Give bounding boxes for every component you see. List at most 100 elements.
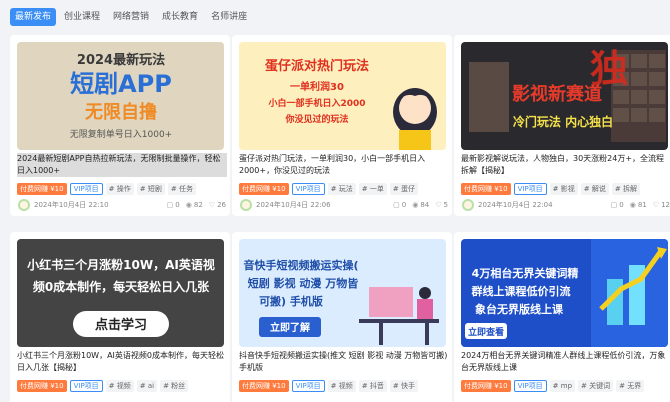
tab-latest[interactable]: 最新发布 xyxy=(10,8,57,26)
thumbnail-graphic: 小红书三个月涨粉10W，AI英语视 频0成本制作，每天轻松日入几张 点击学习 xyxy=(17,239,224,347)
vip-tag[interactable]: VIP项目 xyxy=(69,183,103,195)
thumb-line-2: 频0成本制作，每天轻松日入几张 xyxy=(33,279,210,294)
thumb-line-4: 无限复制单号日入1000+ xyxy=(70,128,172,140)
eye-icon: ◉ xyxy=(412,201,419,209)
course-thumbnail[interactable]: 蛋仔派对热门玩法 一单利润30 小白一部手机日入2000 你没见过的玩法 xyxy=(239,42,446,150)
tab-online-marketing[interactable]: 网络营销 xyxy=(108,8,154,26)
category-tabs: 最新发布 创业课程 网络营销 成长教育 名师讲座 xyxy=(10,7,255,27)
price-tag[interactable]: 付费网赚 ¥10 xyxy=(17,183,67,195)
thumb-line-1: 小红书三个月涨粉10W，AI英语视 xyxy=(27,257,215,272)
price-tag[interactable]: 付费网赚 ¥10 xyxy=(461,183,511,195)
post-date: 2024年10月4日 22:04 xyxy=(478,201,553,209)
course-title[interactable]: 2024最新短剧APP自热拉新玩法，无限制批量操作，轻松日入1000+ xyxy=(17,153,227,177)
course-thumbnail[interactable]: 2024最新玩法 短剧APP 无限自撸 无限复制单号日入1000+ xyxy=(17,42,224,150)
tab-startup-courses[interactable]: 创业课程 xyxy=(59,8,105,26)
course-title[interactable]: 2024万相台无界关键词精准人群线上课程低价引流，万象台无界版线上课 xyxy=(461,350,670,374)
thumb-line-2: 冷门玩法 内心独白 xyxy=(513,114,613,129)
thumb-line-3: 点击学习 xyxy=(95,317,147,333)
thumb-line-2: 群线上课程低价引流 xyxy=(471,284,571,298)
price-tag[interactable]: 付费网赚 ¥10 xyxy=(239,380,289,392)
topic-tag[interactable]: # 蛋仔 xyxy=(389,183,418,195)
topic-tag[interactable]: # 短剧 xyxy=(136,183,165,195)
author-avatar[interactable] xyxy=(18,199,30,211)
course-thumbnail[interactable]: 4万相台无界关键词精 群线上课程低价引流 象台无界版线上课 立即查看 xyxy=(461,239,668,347)
vip-tag[interactable]: VIP项目 xyxy=(291,183,325,195)
view-count: ◉ 81 xyxy=(629,201,647,209)
thumb-line-1: 4万相台无界关键词精 xyxy=(472,266,579,280)
topic-tag[interactable]: # mp xyxy=(549,380,576,392)
topic-tag[interactable]: # 无界 xyxy=(616,380,645,392)
thumb-line-4: 你没见过的玩法 xyxy=(284,113,348,125)
topic-tag[interactable]: # 视频 xyxy=(105,380,134,392)
topic-tag[interactable]: # 一单 xyxy=(358,183,387,195)
topic-tag[interactable]: # 视频 xyxy=(327,380,356,392)
thumbnail-graphic: 音快手短视频搬运实操( 短剧 影视 动漫 万物皆 可搬) 手机版 立即了解 xyxy=(239,239,446,347)
eye-icon: ◉ xyxy=(185,201,192,209)
topic-tag[interactable]: # 玩法 xyxy=(327,183,356,195)
course-card[interactable]: 蛋仔派对热门玩法 一单利润30 小白一部手机日入2000 你没见过的玩法 蛋仔派… xyxy=(232,35,452,216)
thumb-line-3: 象台无界版线上课 xyxy=(475,302,564,316)
thumbnail-graphic: 独 影视新赛道 冷门玩法 内心独白 xyxy=(461,42,668,150)
course-thumbnail[interactable]: 音快手短视频搬运实操( 短剧 影视 动漫 万物皆 可搬) 手机版 立即了解 xyxy=(239,239,446,347)
vip-tag[interactable]: VIP项目 xyxy=(513,183,547,195)
author-avatar[interactable] xyxy=(462,199,474,211)
tag-row: 付费网赚 ¥10 VIP项目 # 视频 # 抖音 # 快手 xyxy=(239,380,451,392)
course-title[interactable]: 蛋仔派对热门玩法，一单利润30，小白一部手机日入2000+，你没见过的玩法 xyxy=(239,153,449,177)
course-title[interactable]: 最新影视解说玩法，人物独白，30天涨粉24万+，全流程拆解【揭秘】 xyxy=(461,153,670,177)
topic-tag[interactable]: # 快手 xyxy=(389,380,418,392)
card-meta: 2024年10月4日 22:04 ▢ 0 ◉ 81 ♡ 12 xyxy=(462,199,670,211)
topic-tag[interactable]: # 关键词 xyxy=(578,380,614,392)
thumb-line-2: 短剧APP xyxy=(70,70,172,98)
course-title[interactable]: 小红书三个月涨粉10W，AI英语视频0成本制作，每天轻松日入几张【揭秘】 xyxy=(17,350,227,374)
thumb-up-icon: ♡ xyxy=(435,201,442,209)
vip-tag[interactable]: VIP项目 xyxy=(69,380,103,392)
like-count: ♡ 12 xyxy=(652,201,670,209)
author-avatar[interactable] xyxy=(240,199,252,211)
like-count: ♡ 5 xyxy=(435,201,448,209)
price-tag[interactable]: 付费网赚 ¥10 xyxy=(239,183,289,195)
post-date: 2024年10月4日 22:10 xyxy=(34,201,109,209)
thumb-line-1: 蛋仔派对热门玩法 xyxy=(265,58,369,74)
topic-tag[interactable]: # 任务 xyxy=(167,183,196,195)
topic-tag[interactable]: # 粉丝 xyxy=(160,380,189,392)
comment-icon: ▢ xyxy=(610,201,618,209)
comment-count: ▢ 0 xyxy=(166,201,180,209)
course-thumbnail[interactable]: 独 影视新赛道 冷门玩法 内心独白 xyxy=(461,42,668,150)
thumb-line-3: 无限自撸 xyxy=(85,101,157,123)
thumb-up-icon: ♡ xyxy=(652,201,660,209)
topic-tag[interactable]: # 抖音 xyxy=(358,380,387,392)
course-card[interactable]: 2024最新玩法 短剧APP 无限自撸 无限复制单号日入1000+ 2024最新… xyxy=(10,35,230,216)
thumbnail-graphic: 2024最新玩法 短剧APP 无限自撸 无限复制单号日入1000+ xyxy=(17,42,224,150)
price-tag[interactable]: 付费网赚 ¥10 xyxy=(461,380,511,392)
topic-tag[interactable]: # 操作 xyxy=(105,183,134,195)
course-card[interactable]: 音快手短视频搬运实操( 短剧 影视 动漫 万物皆 可搬) 手机版 立即了解 抖音… xyxy=(232,232,452,402)
price-tag[interactable]: 付费网赚 ¥10 xyxy=(17,380,67,392)
topic-tag[interactable]: # ai xyxy=(136,380,158,392)
thumbnail-graphic: 4万相台无界关键词精 群线上课程低价引流 象台无界版线上课 立即查看 xyxy=(461,239,668,347)
topic-tag[interactable]: # 解说 xyxy=(580,183,609,195)
topic-tag[interactable]: # 拆解 xyxy=(611,183,640,195)
course-card[interactable]: 4万相台无界关键词精 群线上课程低价引流 象台无界版线上课 立即查看 2024万… xyxy=(454,232,670,402)
vip-tag[interactable]: VIP项目 xyxy=(291,380,325,392)
vip-tag[interactable]: VIP项目 xyxy=(513,380,547,392)
topic-tag[interactable]: # 影视 xyxy=(549,183,578,195)
tag-row: 付费网赚 ¥10 VIP项目 # 操作 # 短剧 # 任务 xyxy=(17,183,229,195)
tag-row: 付费网赚 ¥10 VIP项目 # 影视 # 解说 # 拆解 xyxy=(461,183,670,195)
like-count: ♡ 26 xyxy=(208,201,226,209)
view-count: ◉ 84 xyxy=(412,201,430,209)
tag-row: 付费网赚 ¥10 VIP项目 # 玩法 # 一单 # 蛋仔 xyxy=(239,183,451,195)
card-meta: 2024年10月4日 22:10 ▢ 0 ◉ 82 ♡ 26 xyxy=(18,199,226,211)
thumb-line-2: 短剧 影视 动漫 万物皆 xyxy=(248,276,359,290)
thumb-line-2: 一单利润30 xyxy=(290,80,344,93)
course-thumbnail[interactable]: 小红书三个月涨粉10W，AI英语视 频0成本制作，每天轻松日入几张 点击学习 xyxy=(17,239,224,347)
thumb-line-1: 2024最新玩法 xyxy=(77,52,165,68)
tab-growth-education[interactable]: 成长教育 xyxy=(157,8,203,26)
course-card[interactable]: 小红书三个月涨粉10W，AI英语视 频0成本制作，每天轻松日入几张 点击学习 小… xyxy=(10,232,230,402)
thumb-line-1: 影视新赛道 xyxy=(512,83,602,105)
thumb-line-3: 小白一部手机日入2000 xyxy=(267,97,365,109)
course-card[interactable]: 独 影视新赛道 冷门玩法 内心独白 最新影视解说玩法，人物独白，30天涨粉24万… xyxy=(454,35,670,216)
tab-expert-lectures[interactable]: 名师讲座 xyxy=(206,8,252,26)
course-title[interactable]: 抖音快手短视频搬运实操(推文 短剧 影视 动漫 万物皆可搬) 手机版 xyxy=(239,350,449,374)
post-date: 2024年10月4日 22:06 xyxy=(256,201,331,209)
view-count: ◉ 82 xyxy=(185,201,203,209)
